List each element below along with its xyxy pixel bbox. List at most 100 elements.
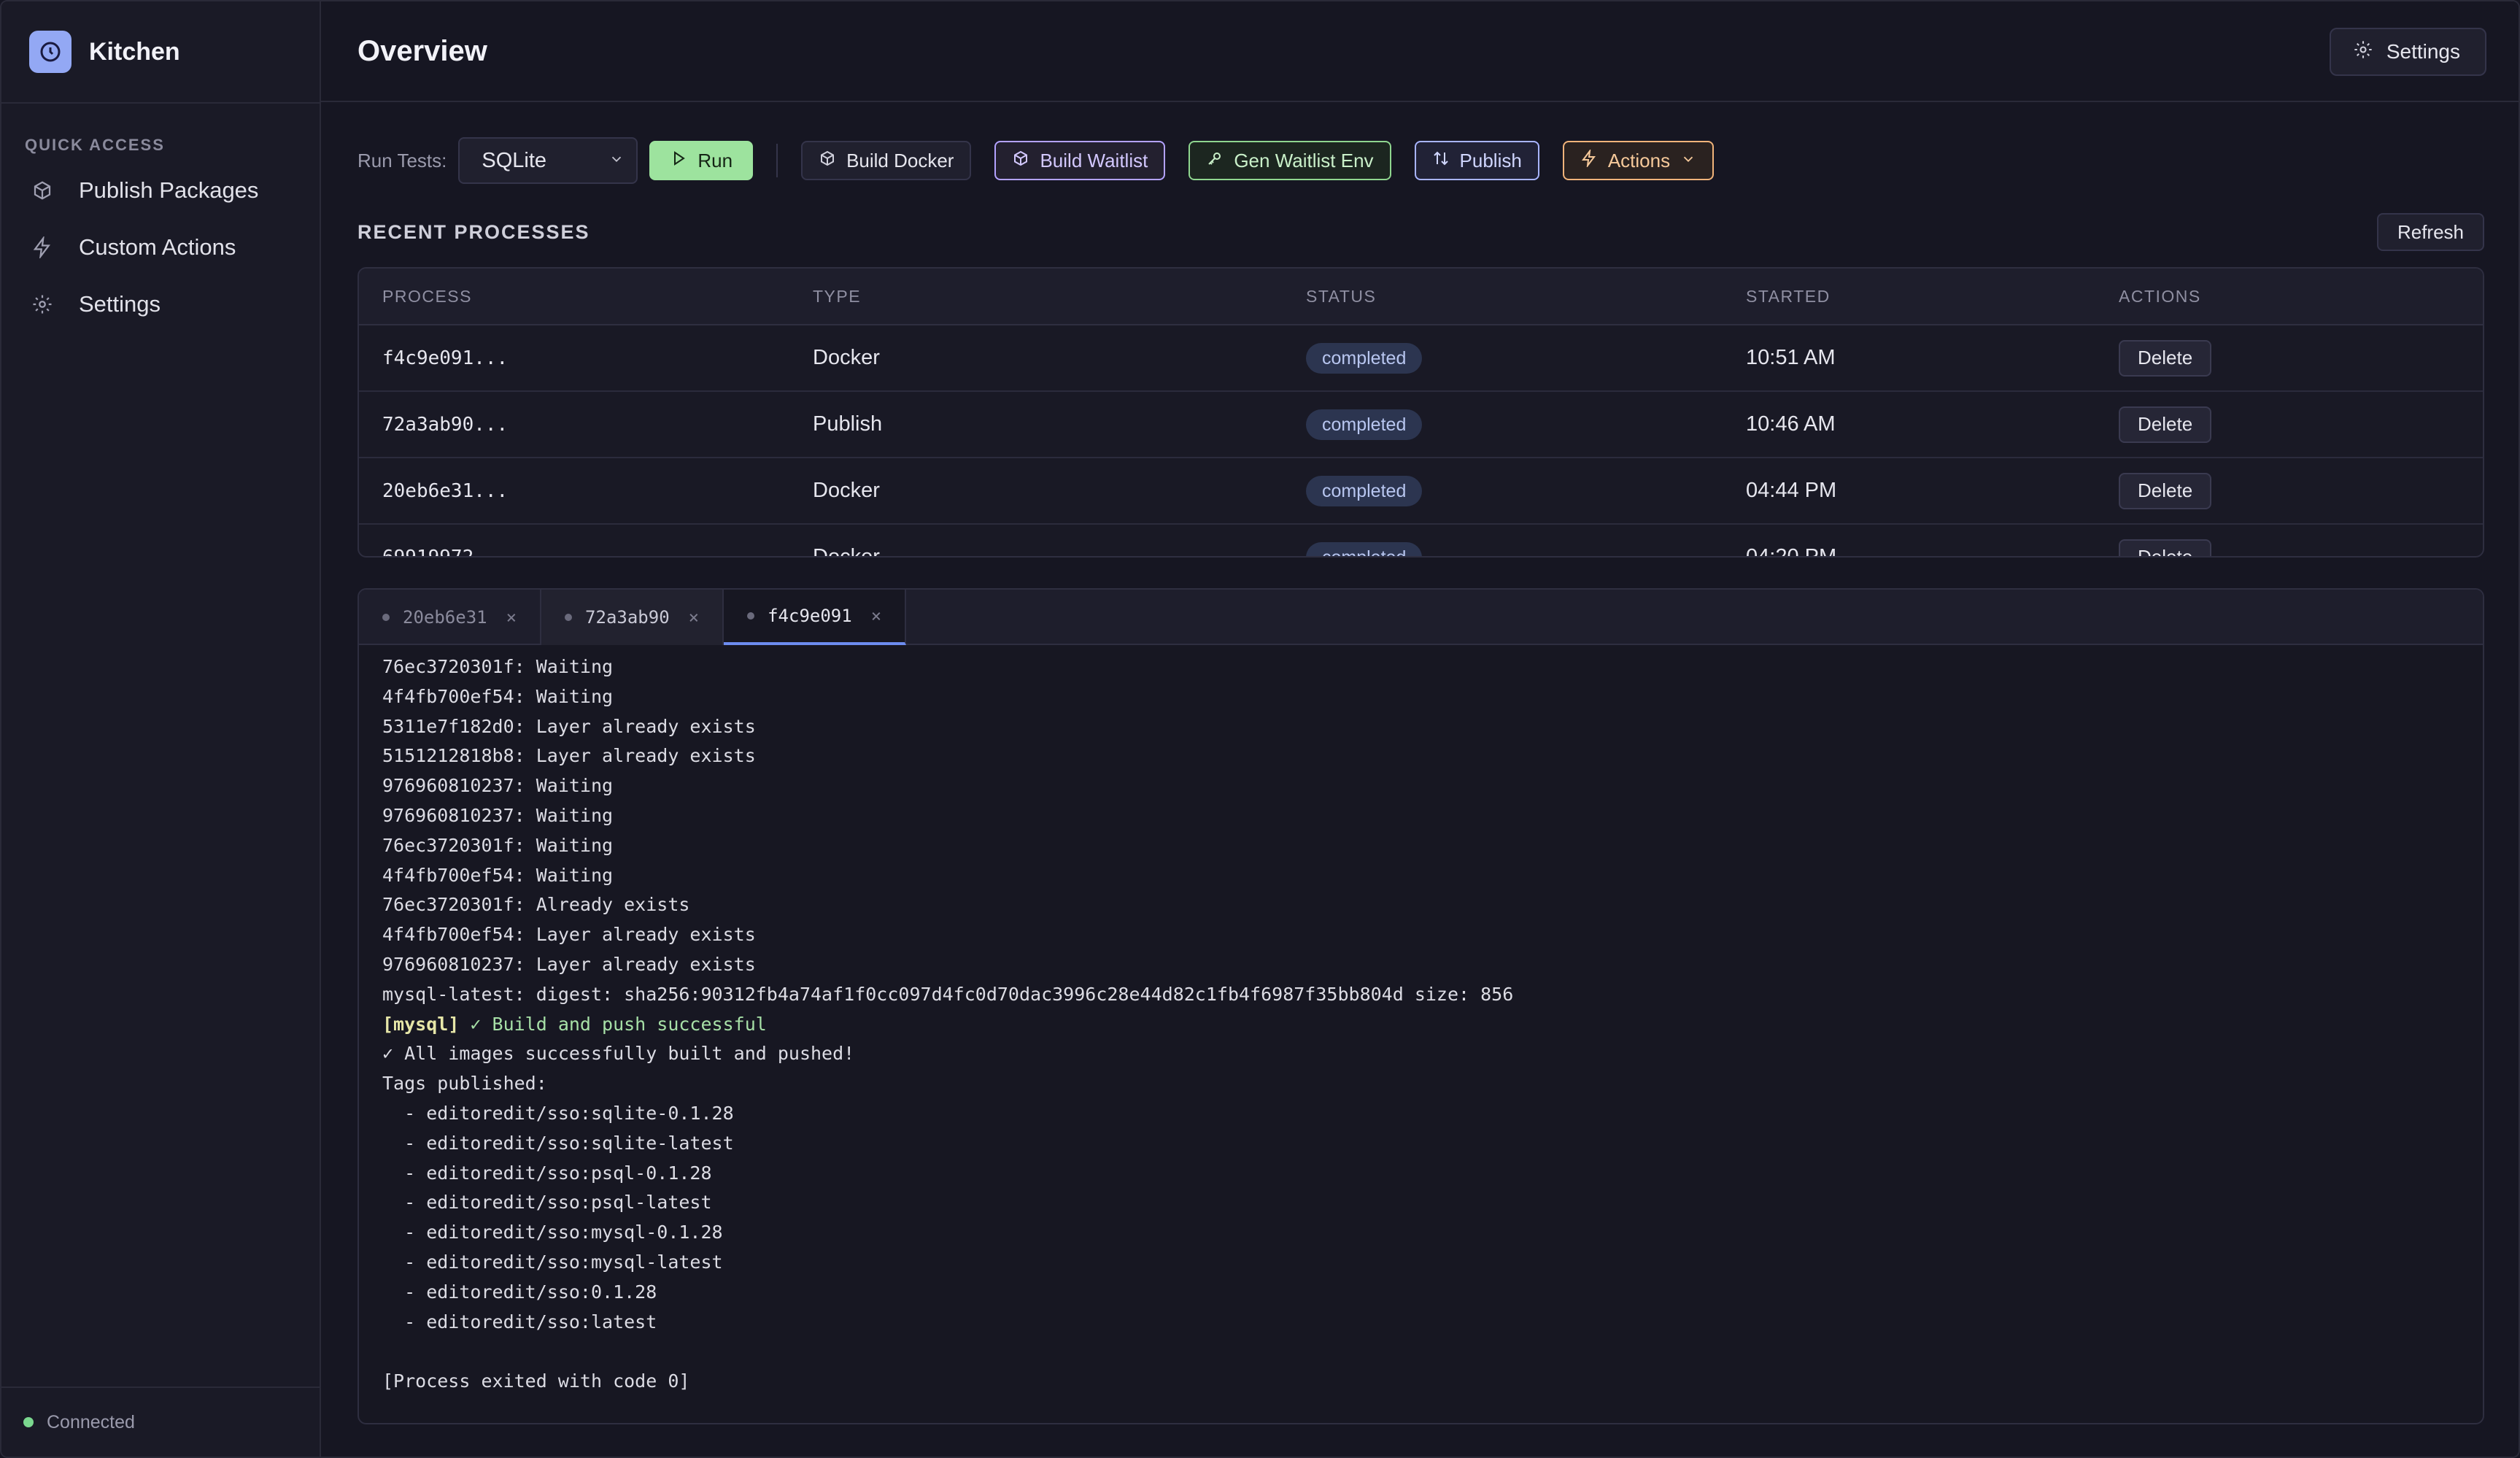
sidebar-item-custom-actions[interactable]: Custom Actions <box>1 219 320 276</box>
database-select-value: SQLite <box>482 148 547 172</box>
table-header: PROCESS TYPE STATUS STARTED ACTIONS <box>359 269 2483 325</box>
status-badge: completed <box>1306 409 1423 440</box>
process-started: 10:51 AM <box>1746 346 1836 369</box>
column-header-type[interactable]: TYPE <box>813 287 1306 306</box>
log-line: 976960810237: Layer already exists <box>382 953 756 975</box>
log-line: - editoredit/sso:sqlite-latest <box>382 1132 734 1154</box>
delete-button[interactable]: Delete <box>2119 406 2212 443</box>
delete-button[interactable]: Delete <box>2119 339 2212 377</box>
key-icon <box>1206 150 1224 172</box>
build-docker-label: Build Docker <box>846 149 954 171</box>
package-icon <box>1012 150 1029 172</box>
publish-button-label: Publish <box>1459 149 1522 171</box>
column-header-started[interactable]: STARTED <box>1746 287 2119 306</box>
sidebar-item-publish-packages[interactable]: Publish Packages <box>1 162 320 219</box>
log-line: - editoredit/sso:sqlite-0.1.28 <box>382 1102 734 1124</box>
column-header-process[interactable]: PROCESS <box>359 287 813 306</box>
table-row[interactable]: 72a3ab90... Publish completed 10:46 AM D… <box>359 392 2483 458</box>
close-icon[interactable]: × <box>689 607 699 628</box>
recent-processes-header: RECENT PROCESSES Refresh <box>357 213 2484 251</box>
delete-button[interactable]: Delete <box>2119 539 2212 556</box>
clock-icon <box>29 31 71 73</box>
brand[interactable]: Kitchen <box>1 1 320 104</box>
run-tests-label: Run Tests: <box>357 149 447 171</box>
tab-label: 72a3ab90 <box>585 607 670 628</box>
log-line: - editoredit/sso:latest <box>382 1311 657 1332</box>
terminal-output[interactable]: 76ec3720301f: Waiting 4f4fb700ef54: Wait… <box>359 645 2483 1404</box>
tab-status-dot <box>382 614 390 621</box>
sidebar-item-label: Settings <box>79 291 161 317</box>
close-icon[interactable]: × <box>871 606 881 626</box>
lightning-icon <box>31 236 54 259</box>
tab-72a3ab90[interactable]: 72a3ab90 × <box>541 590 724 645</box>
log-line: 76ec3720301f: Waiting <box>382 834 614 856</box>
status-dot-icon <box>23 1417 34 1427</box>
tab-status-dot <box>747 612 755 620</box>
process-started: 10:46 AM <box>1746 412 1836 436</box>
database-select[interactable]: SQLite <box>458 137 638 184</box>
column-header-actions: ACTIONS <box>2119 286 2201 306</box>
log-line: 976960810237: Waiting <box>382 804 614 826</box>
refresh-button[interactable]: Refresh <box>2376 213 2484 251</box>
gear-icon <box>31 293 54 316</box>
delete-button[interactable]: Delete <box>2119 472 2212 509</box>
process-id: 72a3ab90... <box>382 413 509 436</box>
publish-button[interactable]: Publish <box>1414 141 1539 180</box>
recent-processes-title: RECENT PROCESSES <box>357 220 590 243</box>
tab-20eb6e31[interactable]: 20eb6e31 × <box>359 590 542 645</box>
arrows-up-down-icon <box>1432 150 1450 172</box>
tab-status-dot <box>565 614 573 621</box>
gen-waitlist-env-button[interactable]: Gen Waitlist Env <box>1189 141 1391 180</box>
package-icon <box>31 179 54 202</box>
tab-label: 20eb6e31 <box>403 607 487 628</box>
log-line: - editoredit/sso:mysql-latest <box>382 1251 723 1273</box>
process-tabs: 20eb6e31 × 72a3ab90 × f4c9e091 × <box>359 590 2483 645</box>
process-type: Docker <box>813 479 880 502</box>
log-line: - editoredit/sso:0.1.28 <box>382 1281 657 1303</box>
close-icon[interactable]: × <box>506 607 517 628</box>
log-tag: [mysql] <box>382 1013 460 1035</box>
lightning-icon <box>1580 147 1598 172</box>
log-line-success: [mysql] ✓ Build and push successful <box>382 1010 2459 1040</box>
log-line-blank <box>382 1337 2459 1367</box>
connection-status: Connected <box>1 1386 320 1457</box>
gear-icon <box>2353 39 2373 65</box>
chevron-down-icon <box>1680 150 1696 172</box>
tab-f4c9e091[interactable]: f4c9e091 × <box>724 590 907 645</box>
sidebar-item-label: Publish Packages <box>79 177 259 203</box>
status-badge: completed <box>1306 541 1423 556</box>
status-badge: completed <box>1306 342 1423 374</box>
process-type: Docker <box>813 545 880 558</box>
settings-button[interactable]: Settings <box>2329 28 2486 76</box>
quick-access-label: QUICK ACCESS <box>25 136 165 154</box>
status-text: Connected <box>47 1411 135 1432</box>
run-button[interactable]: Run <box>649 141 754 180</box>
log-line: 976960810237: Waiting <box>382 775 614 797</box>
log-line: [Process exited with code 0] <box>382 1370 690 1392</box>
process-started: 04:44 PM <box>1746 479 1837 502</box>
page-header: Overview Settings <box>321 1 2519 102</box>
log-line: 76ec3720301f: Waiting <box>382 656 614 677</box>
sidebar-item-settings[interactable]: Settings <box>1 276 320 333</box>
log-line: 4f4fb700ef54: Waiting <box>382 864 614 886</box>
process-type: Publish <box>813 412 883 436</box>
log-success-message: ✓ Build and push successful <box>459 1013 767 1035</box>
log-line: Tags published: <box>382 1073 547 1095</box>
package-icon <box>819 150 836 172</box>
column-header-status[interactable]: STATUS <box>1306 287 1746 306</box>
sidebar: Kitchen QUICK ACCESS Publish Packages Cu… <box>1 1 321 1457</box>
table-row[interactable]: 69919972... Docker completed 04:20 PM De… <box>359 525 2483 558</box>
actions-dropdown-button[interactable]: Actions <box>1562 141 1715 180</box>
table-row[interactable]: 20eb6e31... Docker completed 04:44 PM De… <box>359 458 2483 525</box>
table-row[interactable]: f4c9e091... Docker completed 10:51 AM De… <box>359 325 2483 392</box>
log-line: 4f4fb700ef54: Layer already exists <box>382 924 756 946</box>
process-id: 69919972... <box>382 546 509 558</box>
build-waitlist-button[interactable]: Build Waitlist <box>994 141 1166 180</box>
toolbar: Run Tests: SQLite Run Build Docker Build… <box>357 137 1715 184</box>
chevron-down-icon <box>608 149 625 173</box>
process-type: Docker <box>813 346 880 369</box>
build-docker-button[interactable]: Build Docker <box>801 141 972 180</box>
log-line: - editoredit/sso:mysql-0.1.28 <box>382 1222 723 1243</box>
log-line: mysql-latest: digest: sha256:90312fb4a74… <box>382 983 1514 1005</box>
main-content: Overview Settings Run Tests: SQLite Run … <box>321 1 2519 1457</box>
